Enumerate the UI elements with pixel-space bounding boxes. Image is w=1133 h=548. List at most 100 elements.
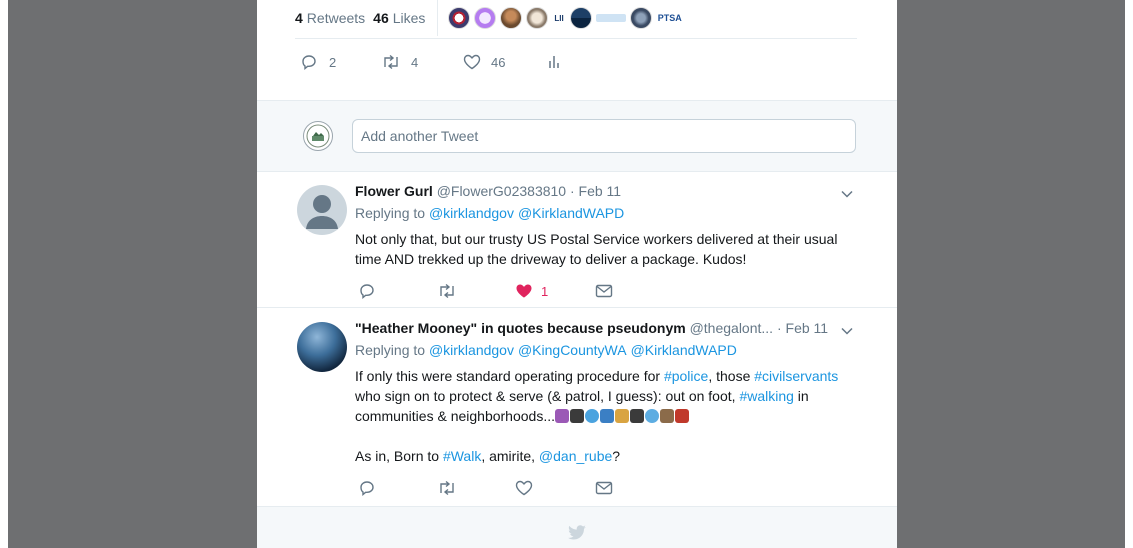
replying-to: Replying to @kirklandgov @KirklandWAPD: [355, 205, 628, 221]
peace-emoji-icon: [555, 409, 569, 423]
hashtag-link[interactable]: #police: [664, 368, 708, 384]
author-name[interactable]: Flower Gurl: [355, 183, 433, 199]
retweet-action[interactable]: 4: [381, 54, 463, 70]
ptsa-avatar-icon[interactable]: PTSA: [656, 13, 684, 23]
hashtag-link[interactable]: #Walk: [443, 448, 481, 464]
main-tweet-actions: 2 4 46: [301, 54, 561, 70]
analytics-icon[interactable]: [547, 54, 561, 70]
text-segment: , amirite,: [481, 448, 539, 464]
default-avatar[interactable]: [297, 185, 347, 235]
city-seal-icon: [306, 124, 330, 148]
emoji-sequence: [555, 408, 690, 424]
reply-action[interactable]: 2: [301, 54, 381, 70]
liker-avatars: LII PTSA: [448, 7, 683, 29]
envelope-icon[interactable]: [595, 481, 613, 495]
text-segment: As in, Born to: [355, 448, 443, 464]
heart-filled-icon[interactable]: [515, 283, 533, 299]
header-separator: ·: [776, 320, 782, 336]
retweet-icon[interactable]: [381, 54, 401, 70]
likes-label[interactable]: Likes: [393, 10, 426, 26]
likes-count[interactable]: 46: [373, 10, 389, 26]
dm-action[interactable]: [595, 284, 613, 298]
retweet-action[interactable]: [437, 283, 515, 299]
retweet-icon[interactable]: [437, 480, 457, 496]
heart-outline-icon[interactable]: [515, 480, 533, 496]
tweet-time[interactable]: Feb 11: [579, 183, 622, 199]
user-avatar[interactable]: [303, 121, 333, 151]
add-tweet-input[interactable]: Add another Tweet: [352, 119, 856, 153]
reply-action[interactable]: [359, 480, 437, 496]
left-backdrop: [8, 0, 257, 548]
chevron-down-icon[interactable]: [841, 322, 853, 340]
engagement-stats: 4 Retweets 46 Likes LII PTSA: [295, 0, 684, 36]
officer-emoji-icon: [660, 409, 674, 423]
egg-avatar-icon[interactable]: [474, 7, 497, 29]
like-action[interactable]: [515, 480, 595, 496]
reply-count: 2: [329, 54, 337, 70]
like-action[interactable]: 1: [515, 283, 595, 299]
reply-tweet[interactable]: "Heather Mooney" in quotes because pseud…: [257, 308, 897, 507]
chevron-down-icon[interactable]: [841, 185, 853, 203]
stats-divider-line: [295, 38, 857, 39]
left-edge: [0, 0, 8, 548]
retweet-count: 4: [411, 54, 419, 70]
author-name[interactable]: "Heather Mooney" in quotes because pseud…: [355, 320, 686, 336]
right-backdrop: [897, 0, 1125, 548]
default-profile-icon: [306, 195, 338, 229]
seal-avatar-icon[interactable]: [629, 7, 652, 29]
mention-link[interactable]: @kirklandgov: [429, 205, 514, 221]
officer-emoji-icon: [570, 409, 584, 423]
reply-icon[interactable]: [359, 480, 375, 496]
replying-prefix: Replying to: [355, 205, 426, 221]
logo-avatar-icon[interactable]: LII: [552, 14, 565, 23]
text-segment: who sign on to protect & serve (& patrol…: [355, 388, 740, 404]
author-handle[interactable]: @thegalont...: [690, 320, 774, 336]
text-segment: ?: [612, 448, 621, 464]
text-segment: If only this were standard operating pro…: [355, 368, 664, 384]
like-action[interactable]: 46: [463, 54, 547, 70]
person-avatar-icon[interactable]: [500, 7, 523, 29]
heart-outline-icon[interactable]: [463, 54, 481, 70]
text-segment: , those: [708, 368, 755, 384]
tweet-time[interactable]: Feb 11: [786, 320, 829, 336]
tweet-text: Not only that, but our trusty US Postal …: [355, 231, 838, 267]
tweet-actions: [359, 480, 613, 496]
hashtag-link[interactable]: #walking: [739, 388, 793, 404]
hashtag-link[interactable]: #civilservants: [754, 368, 838, 384]
thread-footer: [257, 507, 897, 548]
mention-link[interactable]: @KirklandWAPD: [518, 205, 624, 221]
retweets-count[interactable]: 4: [295, 10, 303, 26]
mention-link[interactable]: @kirklandgov: [429, 342, 514, 358]
replying-to: Replying to @kirklandgov @KingCountyWA @Ki…: [355, 342, 741, 358]
reply-icon[interactable]: [301, 54, 317, 70]
author-handle[interactable]: @FlowerG02383810: [437, 183, 566, 199]
reply-composer: Add another Tweet: [257, 100, 897, 172]
mountain-avatar-icon[interactable]: [569, 7, 592, 29]
dm-action[interactable]: [595, 481, 613, 495]
mention-link[interactable]: @KirklandWAPD: [631, 342, 737, 358]
profile-avatar[interactable]: [297, 322, 347, 372]
dog-avatar-icon[interactable]: [526, 7, 549, 29]
flag-avatar-icon[interactable]: [448, 7, 471, 29]
banner-avatar-icon[interactable]: [595, 14, 626, 22]
analytics-action[interactable]: [547, 54, 561, 70]
retweet-action[interactable]: [437, 480, 515, 496]
reply-icon[interactable]: [359, 283, 375, 299]
retweets-label[interactable]: Retweets: [307, 10, 365, 26]
replying-prefix: Replying to: [355, 342, 426, 358]
tweet-header: "Heather Mooney" in quotes because pseud…: [355, 320, 828, 336]
twitter-bird-icon: [567, 525, 587, 546]
officer-emoji-icon: [615, 409, 629, 423]
reply-tweet[interactable]: Flower Gurl @FlowerG02383810 · Feb 11 Re…: [257, 171, 897, 308]
envelope-icon[interactable]: [595, 284, 613, 298]
mention-link[interactable]: @dan_rube: [539, 448, 612, 464]
stats-divider: [437, 0, 439, 36]
like-count: 1: [541, 283, 549, 299]
mention-link[interactable]: @KingCountyWA: [518, 342, 627, 358]
reply-action[interactable]: [359, 283, 437, 299]
tweet-text: If only this were standard operating pro…: [355, 366, 855, 466]
speech-bubble-emoji-icon: [645, 409, 659, 423]
retweet-icon[interactable]: [437, 283, 457, 299]
tweet-actions: 1: [359, 283, 613, 299]
